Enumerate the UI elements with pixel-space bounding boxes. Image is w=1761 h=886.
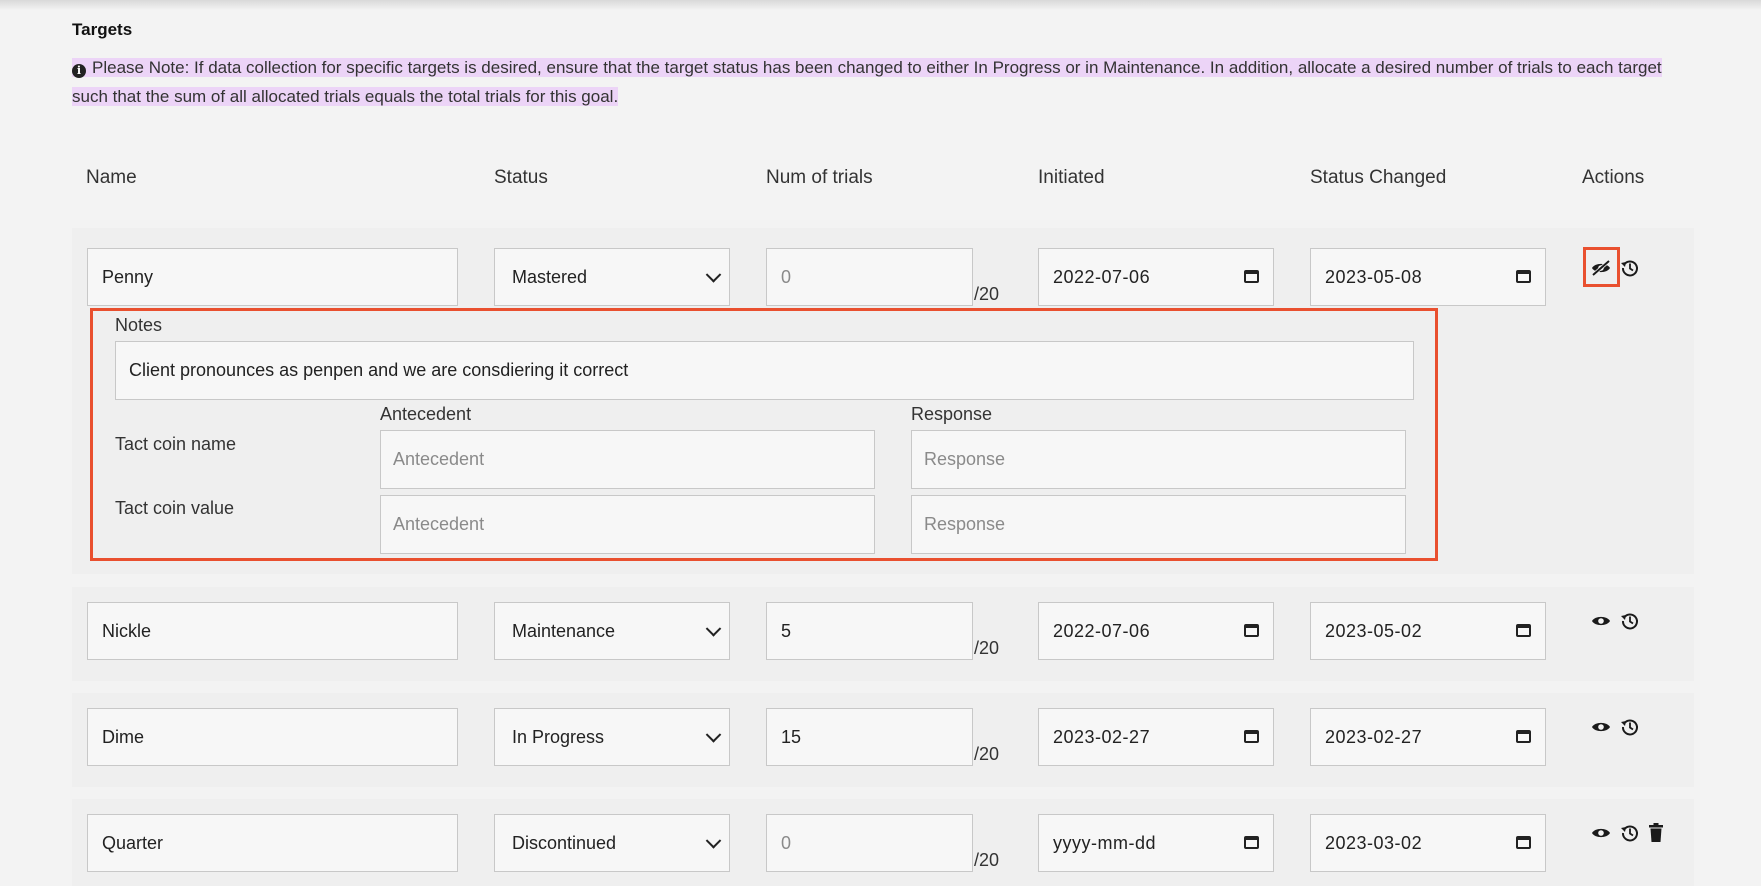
status-select-value: Discontinued [512,833,617,853]
response-label: Response [911,404,993,424]
row-actions [1590,258,1648,282]
status-select[interactable]: In Progress [494,708,730,766]
initiated-date-value: 2023-02-27 [1053,727,1151,747]
info-note-text: Please Note: If data collection for spec… [72,58,1662,106]
status-changed-date-input[interactable]: 2023-03-02 [1310,814,1546,872]
target-name-input[interactable]: Penny [87,248,458,306]
num-trials-input[interactable]: 15 [766,708,973,766]
history-icon[interactable] [1620,823,1640,843]
num-trials-input[interactable]: 5 [766,602,973,660]
tact-coin-value-label: Tact coin value [115,498,235,518]
chevron-down-icon [705,621,722,637]
header-initiated: Initiated [1038,167,1105,188]
status-changed-date-value: 2023-05-02 [1325,621,1423,641]
status-changed-date-input[interactable]: 2023-02-27 [1310,708,1546,766]
notes-label: Notes [115,315,163,335]
header-status: Status [494,167,548,188]
calendar-icon[interactable] [1244,730,1259,743]
total-trials: /20 [974,284,1000,304]
tact-name-antecedent-input[interactable] [380,430,875,489]
header-name: Name [86,167,137,188]
header-num-trials: Num of trials [766,167,873,188]
notes-field[interactable]: Client pronounces as penpen and we are c… [115,341,1414,400]
history-icon[interactable] [1620,258,1640,278]
status-select-value: In Progress [512,727,605,747]
trash-icon[interactable] [1648,823,1664,843]
status-changed-date-value: 2023-05-08 [1325,267,1423,287]
antecedent-label: Antecedent [380,404,472,424]
status-changed-date-input[interactable]: 2023-05-02 [1310,602,1546,660]
chevron-down-icon [705,833,722,849]
calendar-icon[interactable] [1244,624,1259,637]
status-select-value: Maintenance [512,621,616,641]
num-trials-input[interactable]: 0 [766,814,973,872]
calendar-icon[interactable] [1516,836,1531,849]
total-trials: /20 [974,850,1000,870]
calendar-icon[interactable] [1244,836,1259,849]
history-icon[interactable] [1620,611,1640,631]
eye-slash-icon[interactable] [1590,259,1612,277]
header-status-changed: Status Changed [1310,167,1447,188]
target-name-input[interactable]: Quarter [87,814,458,872]
total-trials: /20 [974,638,1000,658]
initiated-date-input[interactable]: 2022-07-06 [1038,248,1274,306]
info-icon: i [72,64,86,78]
status-select-value: Mastered [512,267,588,287]
eye-icon[interactable] [1590,612,1612,630]
status-changed-date-value: 2023-03-02 [1325,833,1423,853]
target-name-input[interactable]: Nickle [87,602,458,660]
initiated-date-input[interactable]: 2023-02-27 [1038,708,1274,766]
status-select[interactable]: Mastered [494,248,730,306]
top-shadow [0,0,1761,10]
initiated-date-value: 2022-07-06 [1053,267,1151,287]
calendar-icon[interactable] [1244,270,1259,283]
tact-value-antecedent-input[interactable] [380,495,875,554]
tact-coin-name-label: Tact coin name [115,434,237,454]
status-changed-date-input[interactable]: 2023-05-08 [1310,248,1546,306]
eye-icon[interactable] [1590,718,1612,736]
row-actions [1590,611,1648,635]
initiated-date-value: yyyy-mm-dd [1053,833,1156,853]
history-icon[interactable] [1620,717,1640,737]
eye-icon[interactable] [1590,824,1612,842]
target-name-input[interactable]: Dime [87,708,458,766]
calendar-icon[interactable] [1516,730,1531,743]
status-select[interactable]: Maintenance [494,602,730,660]
tact-name-response-input[interactable] [911,430,1406,489]
calendar-icon[interactable] [1516,624,1531,637]
num-trials-input[interactable]: 0 [766,248,973,306]
tact-value-response-input[interactable] [911,495,1406,554]
row-actions [1590,717,1648,741]
row-actions [1590,823,1672,847]
status-changed-date-value: 2023-02-27 [1325,727,1423,747]
total-trials: /20 [974,744,1000,764]
chevron-down-icon [705,727,722,743]
header-actions: Actions [1582,167,1645,188]
chevron-down-icon [705,267,722,283]
initiated-date-value: 2022-07-06 [1053,621,1151,641]
calendar-icon[interactable] [1516,270,1531,283]
section-title: Targets [72,20,133,39]
info-note: i Please Note: If data collection for spe… [72,53,1672,111]
initiated-date-input[interactable]: 2022-07-06 [1038,602,1274,660]
initiated-date-input[interactable]: yyyy-mm-dd [1038,814,1274,872]
status-select[interactable]: Discontinued [494,814,730,872]
